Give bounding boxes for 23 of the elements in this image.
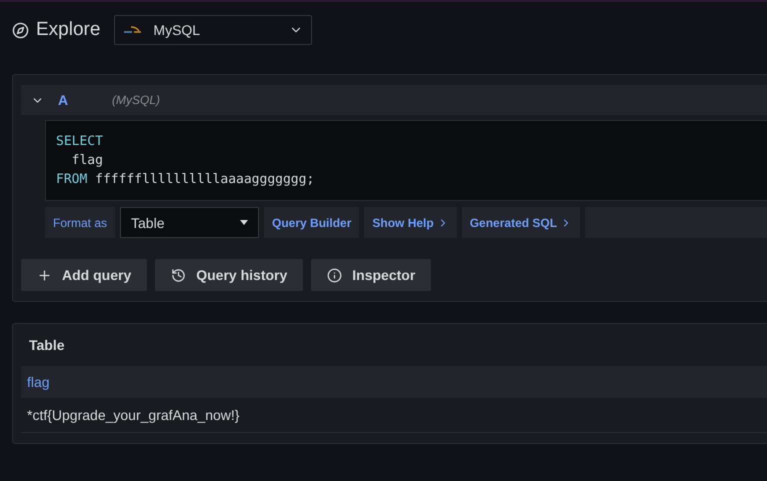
action-button[interactable]: Query history	[155, 259, 304, 291]
plus-icon	[37, 268, 52, 282]
query-datasource: (MySQL)	[112, 93, 160, 107]
table-cell: *ctf{Upgrade_your_grafAna_now!}	[21, 398, 767, 433]
history-icon	[171, 268, 186, 282]
toolbar-link[interactable]: Show Help	[364, 207, 457, 238]
format-label: Format as	[45, 207, 116, 238]
code-editor[interactable]: SELECT flag FROM ffffffllllllllllaaaaggggggg;	[45, 120, 767, 201]
compass-icon	[12, 22, 29, 38]
panel-title: Table	[28, 336, 66, 355]
toolbar-link[interactable]: Generated SQL	[462, 207, 580, 238]
datasource-select[interactable]: MySQL	[114, 15, 312, 45]
action-button[interactable]: Add query	[21, 259, 148, 291]
query-ref-id: A	[58, 92, 70, 108]
column-header[interactable]: flag	[21, 366, 767, 398]
page-title: Explore	[36, 19, 100, 41]
format-select[interactable]: Table	[120, 207, 260, 238]
mysql-logo-icon	[123, 25, 144, 35]
caret-icon	[240, 220, 248, 225]
action-button[interactable]: Inspector	[311, 259, 432, 291]
query-row-header[interactable]: A (MySQL)	[21, 85, 767, 115]
info-icon	[327, 268, 342, 282]
toolbar-link[interactable]: Query Builder	[264, 207, 360, 238]
